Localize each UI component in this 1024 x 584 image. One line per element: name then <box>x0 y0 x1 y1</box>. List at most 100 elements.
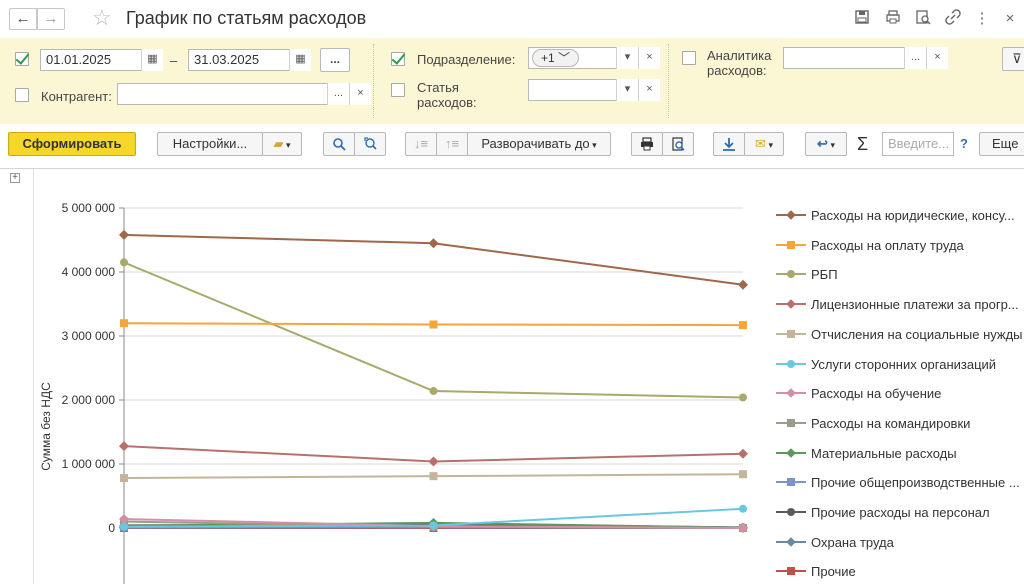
division-checkbox[interactable] <box>391 52 405 66</box>
division-label: Подразделение: <box>417 52 516 67</box>
legend-label: Лицензионные платежи за прогр... <box>811 297 1019 313</box>
sort-asc-button[interactable]: ↓≡ <box>405 132 437 156</box>
print-icon <box>641 137 653 151</box>
legend-marker <box>787 478 795 487</box>
settings-button[interactable]: Настройки... <box>157 132 263 156</box>
data-point <box>738 279 748 290</box>
y-tick-label: 5 000 000 <box>62 201 116 215</box>
data-point <box>120 474 128 483</box>
data-point <box>119 229 129 240</box>
variants-button[interactable]: ▰ ▾ <box>262 132 302 156</box>
arrow-right-icon: → <box>43 10 59 27</box>
link-icon[interactable] <box>943 9 963 29</box>
y-tick-label: 1 000 000 <box>62 457 116 471</box>
data-point <box>739 321 747 330</box>
period-checkbox[interactable] <box>15 52 29 66</box>
data-point <box>120 319 128 328</box>
report-area: + 01 000 000 2 000 000 3 000 000 4 000 000 5… <box>0 168 1024 584</box>
period-select-button[interactable]: ... <box>320 48 350 72</box>
counterparty-clear-button[interactable]: × <box>349 83 371 105</box>
analytics-label: Аналитика расходов: <box>707 48 772 78</box>
date-separator: – <box>170 53 178 68</box>
expense-item-clear-button[interactable]: × <box>638 79 660 101</box>
print-icon[interactable] <box>883 9 903 29</box>
print-preview-button[interactable] <box>662 132 694 156</box>
chevron-down-icon: ▾ <box>283 140 291 150</box>
analytics-clear-button[interactable]: × <box>926 47 948 69</box>
legend-item: Услуги сторонних организаций <box>776 354 1024 374</box>
filter-separator <box>668 44 669 118</box>
line-chart: 0 1 000 000 2 000 000 3 000 000 4 000 000 5 0… <box>39 201 748 584</box>
legend-item: Расходы на командировки <box>776 413 1024 433</box>
division-clear-button[interactable]: × <box>638 47 660 69</box>
legend-marker <box>786 447 796 458</box>
legend-item: Отчисления на социальные нужды <box>776 324 1024 344</box>
page-title: График по статьям расходов <box>126 8 367 28</box>
y-tick-label: 4 000 000 <box>62 265 116 279</box>
data-point <box>739 470 747 479</box>
data-point <box>429 320 438 329</box>
data-point <box>429 521 438 530</box>
analytics-select-button[interactable]: ... <box>904 47 926 69</box>
counterparty-select-button[interactable]: ... <box>327 83 349 105</box>
chevron-down-icon: ▾ <box>589 140 597 150</box>
data-point <box>120 522 128 531</box>
expense-item-dropdown-button[interactable]: ▾ <box>616 79 638 101</box>
go-to-button[interactable]: ↩ ▾ <box>805 132 847 156</box>
star-icon[interactable]: ☆ <box>92 6 112 30</box>
legend-label: Отчисления на социальные нужды <box>811 326 1023 342</box>
forward-button[interactable]: → <box>37 8 65 30</box>
search-next-icon <box>364 137 377 150</box>
filter-separator <box>373 44 374 118</box>
preview-icon[interactable] <box>913 9 933 29</box>
legend-item: РБП <box>776 264 1024 284</box>
chevron-down-icon: ▾ <box>827 140 835 150</box>
y-tick-label: 3 000 000 <box>62 329 116 343</box>
send-email-button[interactable]: ✉ ▾ <box>744 132 784 156</box>
arrow-left-icon: ← <box>15 10 31 27</box>
folder-icon: ▰ <box>273 136 284 151</box>
report-toolbar: Сформировать Настройки... ▰ ▾ ↓≡ ↑≡ Разв… <box>0 124 1024 168</box>
more-button[interactable]: Еще <box>979 132 1024 156</box>
legend-marker <box>787 329 795 338</box>
division-tag[interactable]: +1 ﹀ <box>532 49 580 67</box>
close-icon[interactable]: × <box>1000 9 1020 29</box>
counterparty-checkbox[interactable] <box>15 88 29 102</box>
export-button[interactable] <box>713 132 745 156</box>
print-button[interactable] <box>631 132 663 156</box>
preview-icon <box>672 137 685 151</box>
legend-label: Расходы на оплату труда <box>811 237 964 253</box>
filter-settings-button[interactable]: ⊽ <box>1002 47 1024 71</box>
sum-icon[interactable]: Σ <box>857 132 868 156</box>
counterparty-label: Контрагент: <box>41 89 112 104</box>
expense-item-checkbox[interactable] <box>391 83 405 97</box>
legend-item: Расходы на юридические, консу... <box>776 205 1024 225</box>
legend-label: РБП <box>811 267 838 283</box>
find-button[interactable] <box>323 132 355 156</box>
back-button[interactable]: ← <box>9 8 37 30</box>
sort-desc-button[interactable]: ↑≡ <box>436 132 468 156</box>
expand-to-button[interactable]: Разворачивать до ▾ <box>467 132 611 156</box>
help-button[interactable]: ? <box>960 132 968 156</box>
legend-marker <box>787 418 795 427</box>
calendar-icon[interactable]: ▦ <box>289 49 311 71</box>
analytics-checkbox[interactable] <box>682 51 696 65</box>
data-point <box>739 504 747 513</box>
save-icon[interactable] <box>852 9 872 29</box>
data-point <box>739 393 747 402</box>
legend-marker <box>787 240 795 249</box>
filter-icon: ⊽ <box>1012 51 1022 66</box>
sort-icon: ↓≡ <box>413 136 429 151</box>
find-next-button[interactable] <box>354 132 386 156</box>
search-input[interactable]: Введите... <box>882 132 954 156</box>
generate-button[interactable]: Сформировать <box>8 132 136 156</box>
legend-label: Охрана труда <box>811 534 894 550</box>
legend-item: Лицензионные платежи за прогр... <box>776 294 1024 314</box>
legend-label: Расходы на юридические, консу... <box>811 208 1015 223</box>
division-dropdown-button[interactable]: ▾ <box>616 47 638 69</box>
chevron-down-icon: ▾ <box>765 140 773 150</box>
more-vertical-icon[interactable]: ⋮ <box>972 9 992 29</box>
calendar-icon[interactable]: ▦ <box>141 49 163 71</box>
legend-marker <box>787 270 795 279</box>
title-bar: ← → ☆ График по статьям расходов ⋮ × <box>0 0 1024 38</box>
